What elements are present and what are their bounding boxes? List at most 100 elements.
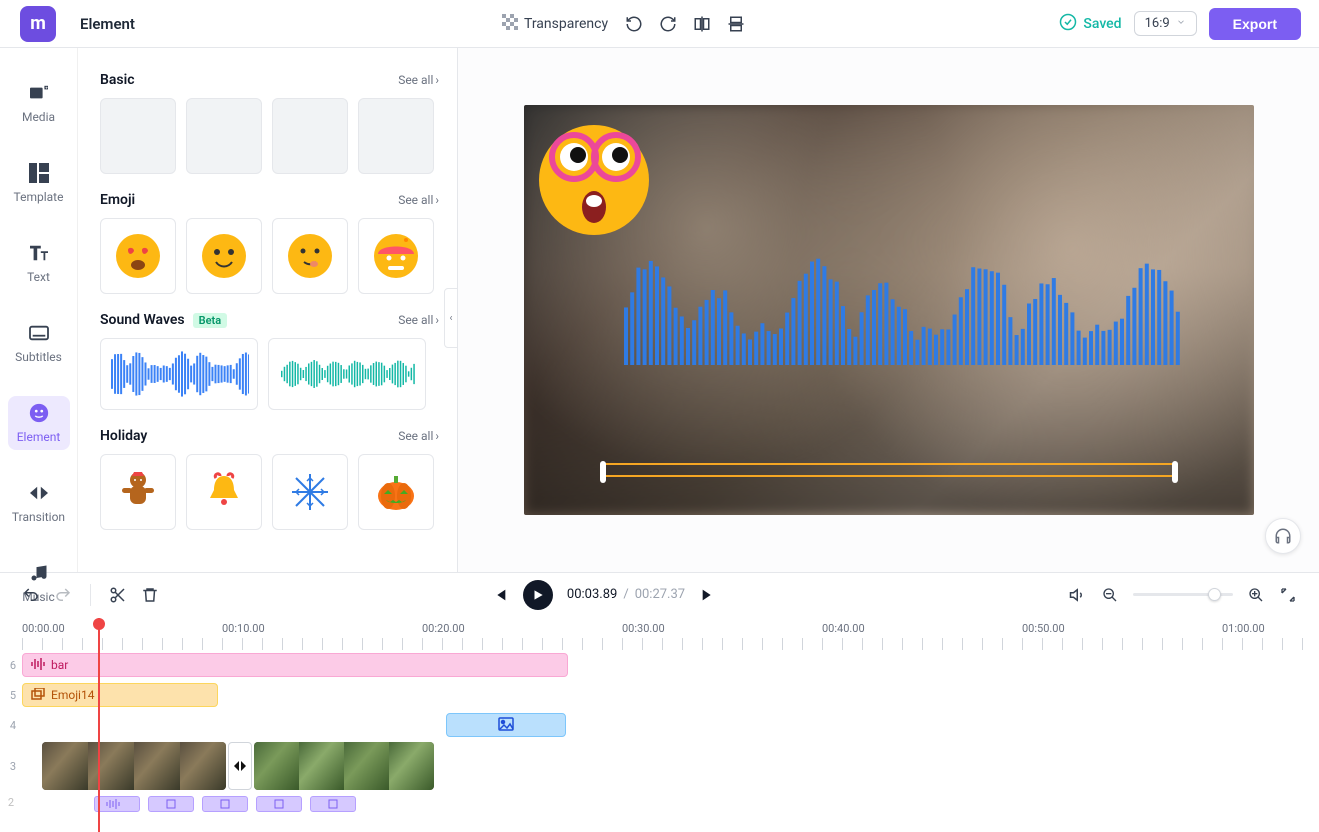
holiday-item-pumpkin[interactable]: [358, 454, 434, 530]
canvas-area: [458, 48, 1319, 572]
collapse-panel-button[interactable]: ‹: [444, 288, 458, 348]
zoom-slider[interactable]: [1133, 593, 1233, 596]
emoji-item-hearteyes[interactable]: [100, 218, 176, 294]
rail-transition[interactable]: Transition: [8, 476, 70, 530]
video-canvas[interactable]: [524, 105, 1254, 515]
skip-end-button[interactable]: [699, 586, 717, 604]
video-clip-1[interactable]: [42, 742, 226, 790]
ruler-mark: 00:00.00: [22, 622, 65, 635]
transparency-tool[interactable]: Transparency: [500, 10, 610, 38]
see-all-emoji[interactable]: See all›: [398, 193, 439, 207]
soundwave-item-teal[interactable]: [268, 338, 426, 410]
canvas-toolbar: Transparency: [500, 10, 746, 38]
rail-subtitles[interactable]: Subtitles: [8, 316, 70, 370]
text-icon: [28, 242, 50, 264]
see-all-holiday[interactable]: See all›: [398, 429, 439, 443]
delete-button[interactable]: [141, 586, 159, 604]
chevron-right-icon: ›: [435, 73, 439, 87]
subtitles-icon: [28, 322, 50, 344]
basic-item[interactable]: [100, 98, 176, 174]
section-soundwaves-head: Sound WavesBeta See all›: [100, 312, 439, 328]
clip-label: bar: [51, 658, 68, 672]
ruler-mark: 00:30.00: [622, 622, 665, 635]
timeline-ruler[interactable]: 00:00.0000:10.0000:20.0000:30.0000:40.00…: [0, 616, 1319, 650]
zoom-in-button[interactable]: [1247, 586, 1265, 604]
rail-template[interactable]: Template: [8, 156, 70, 210]
clip-label: Emoji14: [51, 688, 94, 702]
rotate-left-button[interactable]: [624, 14, 644, 34]
audio-clip[interactable]: [202, 796, 248, 812]
ruler-mark: 01:00.00: [1222, 622, 1265, 635]
holiday-item-gingerbread[interactable]: [100, 454, 176, 530]
see-all-soundwaves[interactable]: See all›: [398, 313, 439, 327]
emoji-item-tongue[interactable]: [272, 218, 348, 294]
fit-button[interactable]: [1279, 586, 1297, 604]
clip-bar[interactable]: bar: [22, 653, 568, 677]
soundwave-item-blue[interactable]: [100, 338, 258, 410]
track-number: 4: [2, 719, 16, 732]
check-circle-icon: [1059, 13, 1077, 35]
soundwaves-grid: [100, 338, 439, 410]
split-button[interactable]: [109, 586, 127, 604]
holiday-item-snowflake[interactable]: [272, 454, 348, 530]
basic-item[interactable]: [358, 98, 434, 174]
transition-chip[interactable]: [228, 742, 252, 790]
view-controls: [1069, 586, 1297, 604]
zoom-thumb[interactable]: [1208, 588, 1221, 601]
support-button[interactable]: [1265, 518, 1301, 554]
time-separator: /: [623, 587, 628, 602]
beta-badge: Beta: [193, 313, 228, 328]
see-all-basic[interactable]: See all›: [398, 73, 439, 87]
redo-button[interactable]: [54, 586, 72, 604]
rail-label: Text: [27, 270, 50, 284]
clip-emoji14[interactable]: Emoji14: [22, 683, 218, 707]
undo-button[interactable]: [22, 586, 40, 604]
music-icon: [28, 562, 50, 584]
resize-handle-right[interactable]: [1172, 461, 1178, 483]
audio-clip[interactable]: [94, 796, 140, 812]
rail-element[interactable]: Element: [8, 396, 70, 450]
aspect-ratio-select[interactable]: 16:9: [1134, 11, 1197, 36]
video-clip-2[interactable]: [254, 742, 434, 790]
section-title: Basic: [100, 72, 135, 88]
app-logo[interactable]: m: [20, 6, 56, 42]
play-button[interactable]: [523, 580, 553, 610]
holiday-item-bell[interactable]: [186, 454, 262, 530]
rail-label: Element: [17, 430, 61, 444]
audio-clip[interactable]: [148, 796, 194, 812]
chevron-down-icon: [1176, 16, 1186, 31]
export-button[interactable]: Export: [1209, 8, 1301, 40]
rail-label: Template: [14, 190, 64, 204]
emoji-item-smile[interactable]: [186, 218, 262, 294]
duration-time: 00:27.37: [635, 587, 685, 602]
zoom-out-button[interactable]: [1101, 586, 1119, 604]
holiday-grid: [100, 454, 439, 530]
top-bar: m Element Transparency Saved 16:9 Export: [0, 0, 1319, 48]
emoji-grid: [100, 218, 439, 294]
main-area: + Media Template Text Subtitles Element T…: [0, 48, 1319, 572]
rotate-right-button[interactable]: [658, 14, 678, 34]
audio-clip[interactable]: [310, 796, 356, 812]
basic-item[interactable]: [272, 98, 348, 174]
volume-button[interactable]: [1069, 586, 1087, 604]
clip-image[interactable]: [446, 713, 566, 737]
skip-start-button[interactable]: [491, 586, 509, 604]
rail-media[interactable]: + Media: [8, 76, 70, 130]
flip-horizontal-button[interactable]: [692, 14, 712, 34]
wave-teal-icon: [277, 346, 417, 402]
template-icon: [28, 162, 50, 184]
emoji-overlay[interactable]: [534, 115, 654, 235]
resize-handle-left[interactable]: [600, 461, 606, 483]
audio-clip[interactable]: [256, 796, 302, 812]
rail-label: Media: [22, 110, 55, 124]
video-clips: [42, 742, 434, 790]
svg-text:+: +: [45, 86, 48, 91]
playhead[interactable]: [98, 618, 100, 832]
basic-item[interactable]: [186, 98, 262, 174]
rail-text[interactable]: Text: [8, 236, 70, 290]
emoji-item-angry[interactable]: [358, 218, 434, 294]
flip-vertical-button[interactable]: [726, 14, 746, 34]
track-6: 6 bar: [0, 650, 1319, 680]
selection-box[interactable]: [602, 463, 1176, 477]
canvas-soundwave[interactable]: [624, 255, 1184, 365]
